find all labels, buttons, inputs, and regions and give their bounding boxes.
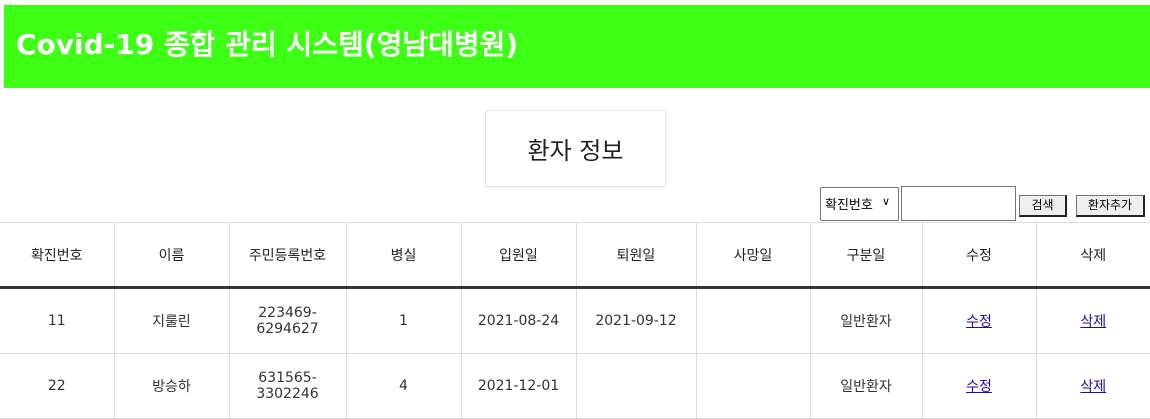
cell-deceased: [696, 287, 811, 354]
patient-table: 확진번호 이름 주민등록번호 병실 입원일 퇴원일 사망일 구분일 수정 삭제 …: [0, 222, 1150, 419]
add-patient-button[interactable]: 환자추가: [1076, 195, 1145, 217]
column-header-admitted: 입원일: [461, 222, 577, 289]
app-header: Covid-19 종합 관리 시스템(영남대병원): [4, 5, 1150, 88]
app-title: Covid-19 종합 관리 시스템(영남대병원): [16, 28, 519, 61]
cell-room: 4: [346, 353, 462, 419]
cell-rrn: 223469-6294627: [229, 287, 347, 354]
table-row: 11 지룰린 223469-6294627 1 2021-08-24 2021-…: [0, 287, 1150, 354]
chevron-down-icon: ∨: [881, 195, 890, 208]
table-row: 22 방승하 631565-3302246 4 2021-12-01 일반환자 …: [0, 353, 1150, 419]
cell-category: 일반환자: [810, 353, 923, 419]
cell-category: 일반환자: [810, 287, 923, 354]
search-bar: 확진번호 ∨ 검색 환자추가: [0, 186, 1150, 222]
delete-link[interactable]: 삭제: [1080, 314, 1106, 330]
cell-discharged: 2021-09-12: [576, 287, 697, 354]
search-input[interactable]: [901, 186, 1016, 221]
column-header-id: 확진번호: [0, 222, 115, 289]
table-header-row: 확진번호 이름 주민등록번호 병실 입원일 퇴원일 사망일 구분일 수정 삭제: [0, 222, 1150, 289]
search-button[interactable]: 검색: [1019, 195, 1067, 217]
cell-edit: 수정: [922, 287, 1037, 354]
column-header-discharged: 퇴원일: [576, 222, 697, 289]
cell-edit: 수정: [922, 353, 1037, 419]
cell-admitted: 2021-12-01: [461, 353, 577, 419]
column-header-edit: 수정: [922, 222, 1037, 289]
edit-link[interactable]: 수정: [966, 379, 992, 395]
column-header-category: 구분일: [810, 222, 923, 289]
search-field-select[interactable]: 확진번호 ∨: [820, 187, 899, 221]
cell-rrn: 631565-3302246: [229, 353, 347, 419]
cell-room: 1: [346, 287, 462, 354]
edit-link[interactable]: 수정: [966, 314, 992, 330]
column-header-name: 이름: [114, 222, 230, 289]
cell-admitted: 2021-08-24: [461, 287, 577, 354]
cell-delete: 삭제: [1036, 353, 1150, 419]
column-header-rrn: 주민등록번호: [229, 222, 347, 289]
cell-id: 22: [0, 353, 115, 419]
page-title: 환자 정보: [485, 110, 666, 187]
search-select-value: 확진번호: [825, 198, 873, 213]
column-header-deceased: 사망일: [696, 222, 811, 289]
cell-name: 방승하: [114, 353, 230, 419]
delete-link[interactable]: 삭제: [1080, 379, 1106, 395]
cell-discharged: [576, 353, 697, 419]
cell-name: 지룰린: [114, 287, 230, 354]
column-header-room: 병실: [346, 222, 462, 289]
column-header-delete: 삭제: [1036, 222, 1150, 289]
cell-id: 11: [0, 287, 115, 354]
cell-deceased: [696, 353, 811, 419]
cell-delete: 삭제: [1036, 287, 1150, 354]
